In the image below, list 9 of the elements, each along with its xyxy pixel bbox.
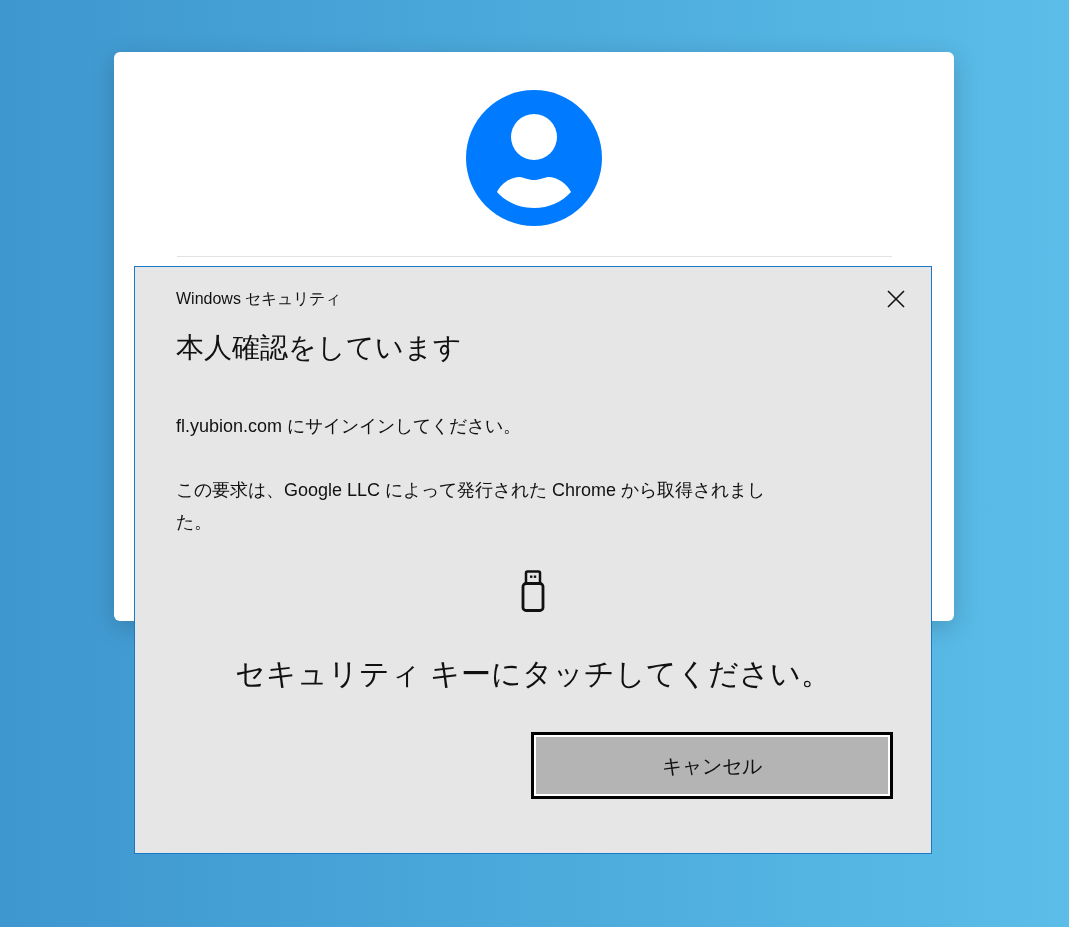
dialog-heading: 本人確認をしています	[176, 331, 463, 365]
user-avatar-icon	[466, 90, 602, 226]
usb-key-icon	[521, 570, 545, 612]
dialog-message: fl.yubion.com にサインインしてください。	[176, 415, 523, 438]
cancel-button[interactable]: キャンセル	[531, 732, 893, 799]
dialog-title: Windows セキュリティ	[176, 289, 342, 309]
dialog-message: この要求は、Google LLC によって発行された Chrome から取得されました。	[176, 479, 767, 534]
touch-key-prompt: セキュリティ キーにタッチしてください。	[235, 656, 831, 692]
close-icon	[887, 290, 905, 308]
